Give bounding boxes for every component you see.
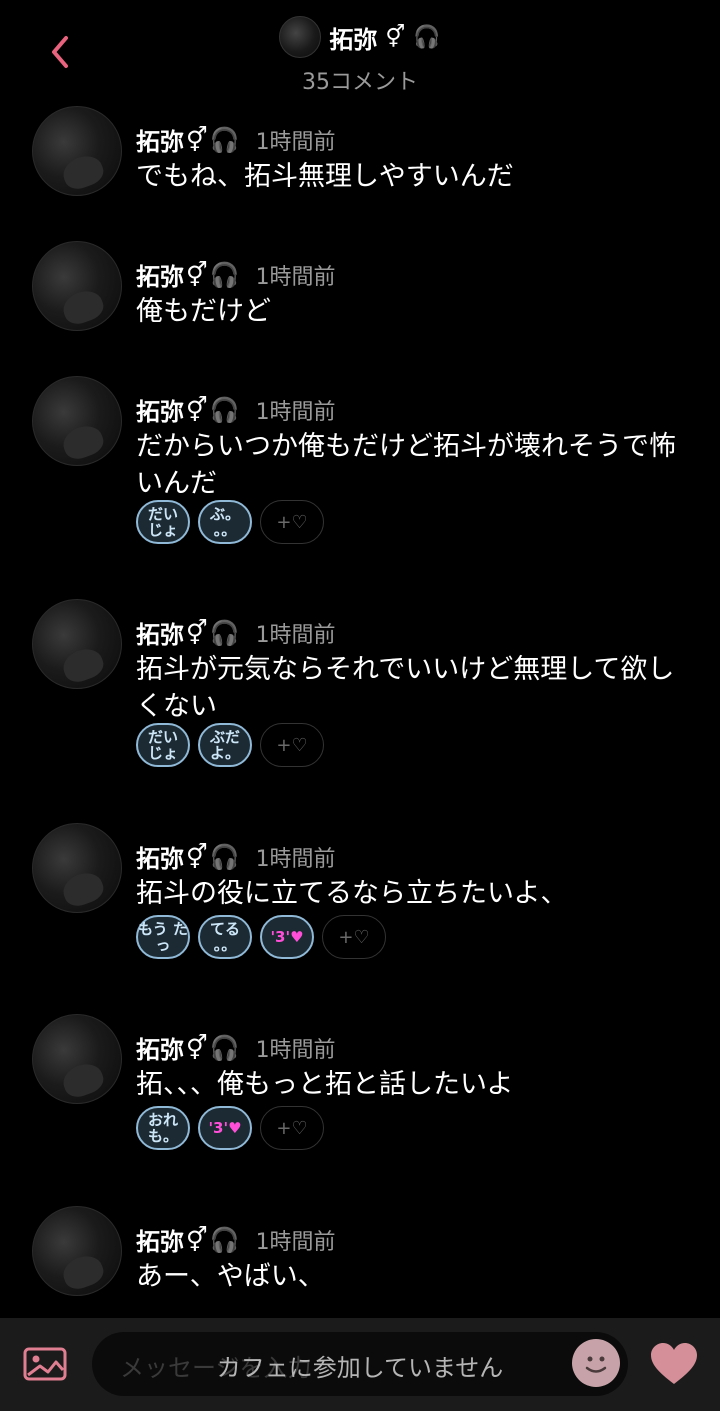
comment-text: 拓、、、俺もっと拓と話したいよ [136,1069,514,1100]
avatar[interactable] [32,106,122,196]
reaction-sticker[interactable]: もう たっ [136,915,190,959]
heart-icon [651,1343,697,1384]
username-label: 拓弥 [136,128,184,156]
avatar[interactable] [279,16,322,58]
comment-header: 拓弥 ⚥ 🎧 1時間前 [136,1030,336,1065]
message-footer: メッセージを入力 カフェに参加していません [0,1318,720,1411]
add-reaction-button[interactable]: +♡ [322,915,386,959]
username[interactable]: 拓弥 ⚥ 🎧 [136,392,240,427]
username[interactable]: 拓弥 ⚥ 🎧 [136,257,240,292]
gender-icon: ⚥ [186,842,208,871]
join-notice: カフェに参加していません [216,1354,504,1382]
comment-text: 俺もだけど [136,296,271,327]
reaction-sticker[interactable]: だい じょ [136,723,190,767]
avatar[interactable] [32,823,122,913]
comment-header: 拓弥 ⚥ 🎧 1時間前 [136,1222,336,1257]
reaction-sticker[interactable]: おれ も。 [136,1106,190,1150]
reactions-row: だい じょ ぶだ よ。 +♡ [136,723,324,767]
username[interactable]: 拓弥 ⚥ 🎧 [136,839,240,874]
image-button[interactable] [22,1344,68,1384]
reaction-sticker[interactable]: '3'♥ [198,1106,252,1150]
headphones-icon: 🎧 [413,24,441,50]
username-label: 拓弥 [136,845,184,873]
timestamp: 1時間前 [255,1037,336,1063]
header-center: 拓弥 ⚥ 🎧 35コメント [0,16,720,96]
timestamp: 1時間前 [255,846,336,872]
username[interactable]: 拓弥 ⚥ 🎧 [136,1222,240,1257]
timestamp: 1時間前 [255,1229,336,1255]
comment-header: 拓弥 ⚥ 🎧 1時間前 [136,615,336,650]
avatar[interactable] [32,1014,122,1104]
add-reaction-button[interactable]: +♡ [260,500,324,544]
avatar[interactable] [32,241,122,331]
gender-icon: ⚥ [186,1225,208,1254]
image-icon [23,1347,67,1381]
sticker-button[interactable] [572,1339,620,1387]
timestamp: 1時間前 [255,399,336,425]
reaction-sticker[interactable]: ぶだ よ。 [198,723,252,767]
comment-text: だからいつか俺もだけど拓斗が壊れそうで怖いんだ [136,431,676,499]
gender-icon: ⚥ [186,395,208,424]
comment-text: あー、やばい、 [136,1261,325,1292]
comment-header: 拓弥 ⚥ 🎧 1時間前 [136,257,336,292]
comment-count: 35コメント [302,70,418,95]
comment-text: でもね、拓斗無理しやすいんだ [136,161,514,192]
timestamp: 1時間前 [255,264,336,290]
reactions-row: だい じょ ぶ。 。。 +♡ [136,500,324,544]
headphones-icon: 🎧 [209,395,240,424]
gender-icon: ⚥ [186,260,208,289]
timestamp: 1時間前 [255,622,336,648]
comment-text: 拓斗の役に立てるなら立ちたいよ、 [136,878,568,909]
gender-icon: ⚥ [186,125,208,154]
reaction-sticker[interactable]: '3'♥ [260,915,314,959]
comment-header: 拓弥 ⚥ 🎧 1時間前 [136,839,336,874]
message-input[interactable]: メッセージを入力 カフェに参加していません [92,1332,628,1396]
add-reaction-button[interactable]: +♡ [260,723,324,767]
comment-header: 拓弥 ⚥ 🎧 1時間前 [136,122,336,157]
username[interactable]: 拓弥 ⚥ 🎧 [136,122,240,157]
headphones-icon: 🎧 [209,842,240,871]
smile-icon [585,1356,607,1373]
username[interactable]: 拓弥 ⚥ 🎧 [136,1030,240,1065]
header: 拓弥 ⚥ 🎧 35コメント [0,0,720,96]
gender-icon: ⚥ [186,1033,208,1062]
username-label: 拓弥 [136,621,184,649]
reactions-row: おれ も。 '3'♥ +♡ [136,1106,324,1150]
username-label: 拓弥 [136,1036,184,1064]
like-button[interactable] [648,1340,700,1388]
avatar[interactable] [32,1206,122,1296]
page-title: 拓弥 [329,25,378,54]
comment-text: 拓斗が元気ならそれでいいけど無理して欲しくない [136,654,675,722]
headphones-icon: 🎧 [209,1033,240,1062]
timestamp: 1時間前 [255,129,336,155]
add-reaction-button[interactable]: +♡ [260,1106,324,1150]
username[interactable]: 拓弥 ⚥ 🎧 [136,615,240,650]
comment-header: 拓弥 ⚥ 🎧 1時間前 [136,392,336,427]
headphones-icon: 🎧 [209,125,240,154]
avatar[interactable] [32,376,122,466]
username-label: 拓弥 [136,1228,184,1256]
username-label: 拓弥 [136,263,184,291]
reaction-sticker[interactable]: ぶ。 。。 [198,500,252,544]
header-title-row: 拓弥 ⚥ 🎧 [279,16,441,58]
headphones-icon: 🎧 [209,618,240,647]
reaction-sticker[interactable]: てる 。。 [198,915,252,959]
reaction-sticker[interactable]: だい じょ [136,500,190,544]
headphones-icon: 🎧 [209,260,240,289]
gender-icon: ⚥ [385,24,406,50]
avatar[interactable] [32,599,122,689]
gender-icon: ⚥ [186,618,208,647]
headphones-icon: 🎧 [209,1225,240,1254]
reactions-row: もう たっ てる 。。 '3'♥ +♡ [136,915,386,959]
username-label: 拓弥 [136,398,184,426]
